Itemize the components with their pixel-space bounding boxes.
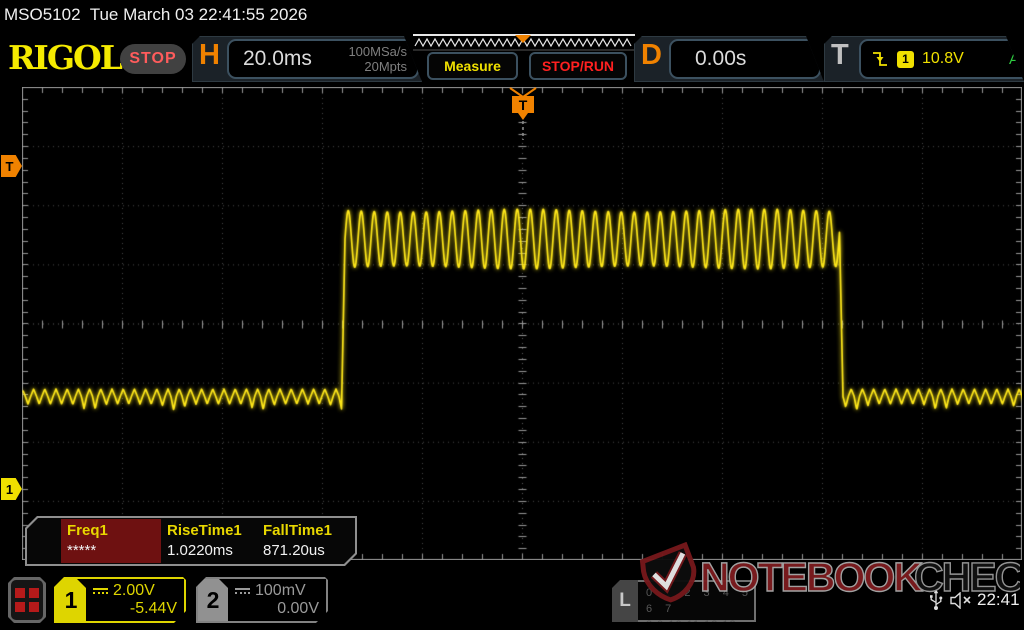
trigger-level-marker[interactable]: T [1, 155, 22, 177]
acquisition-info: 100MSa/s 20Mpts [348, 44, 417, 74]
measurement-item-falltime1[interactable]: FallTime1 871.20us [263, 522, 358, 559]
dc-coupling-icon [93, 588, 108, 594]
channel1-scale: 2.00V [113, 582, 155, 600]
channel1-widget[interactable]: 1 2.00V -5.44V [54, 577, 186, 623]
run-state-indicator: STOP [120, 44, 186, 74]
timebase-value: 20.0ms [243, 47, 312, 71]
measure-button[interactable]: Measure [427, 52, 518, 80]
datetime-value: Tue March 03 22:41:55 2026 [90, 5, 308, 24]
channel2-tab[interactable]: 2 [198, 579, 228, 621]
channel1-tab[interactable]: 1 [56, 579, 86, 621]
measurement-panel[interactable]: Freq1 ***** RiseTime1 1.0220ms FallTime1… [25, 516, 357, 566]
stop-run-button[interactable]: STOP/RUN [529, 52, 627, 80]
channel2-widget[interactable]: 2 100mV 0.00V [196, 577, 328, 623]
datetime-text [81, 5, 90, 24]
grid-icon [11, 580, 43, 620]
channel2-values: 100mV 0.00V [228, 579, 326, 621]
clock: 22:41 [977, 590, 1020, 610]
measurement-name: FallTime1 [263, 522, 358, 539]
usb-icon [928, 589, 944, 611]
memory-depth: 20Mpts [364, 59, 407, 74]
measurement-value: ***** [67, 542, 162, 559]
trigger-settings-button[interactable]: T 1 10.8V A [824, 36, 1024, 82]
memory-trigger-position-icon[interactable] [515, 35, 531, 43]
channel2-offset: 0.00V [235, 600, 319, 618]
horizontal-settings-button[interactable]: H 20.0ms 100MSa/s 20Mpts [192, 36, 422, 82]
trigger-position-marker[interactable]: T [508, 87, 538, 141]
trigger-position-arrow [518, 113, 528, 120]
measurement-name: Freq1 [67, 522, 162, 539]
channel1-values: 2.00V -5.44V [86, 579, 184, 621]
ch1-offset-marker[interactable]: 1 [1, 478, 22, 500]
delay-settings-button[interactable]: D 0.00s [634, 36, 824, 82]
titlebar: MSO5102 Tue March 03 22:41:55 2026 [4, 5, 307, 25]
delay-box[interactable]: 0.00s [669, 39, 821, 79]
oscilloscope-screen: MSO5102 Tue March 03 22:41:55 2026 RIGOL… [0, 0, 1024, 630]
trigger-position-notch [510, 88, 536, 97]
model-name: MSO5102 [4, 5, 81, 24]
rigol-logo: RIGOL [8, 38, 121, 77]
trigger-label: T [831, 39, 849, 72]
speaker-muted-icon[interactable] [950, 592, 974, 609]
delay-value: 0.00s [695, 47, 746, 71]
logic-channels-0-7: 0 1 2 3 4 5 6 7 [646, 585, 754, 617]
trigger-level-value: 10.8V [922, 50, 964, 68]
measurement-item-risetime1[interactable]: RiseTime1 1.0220ms [167, 522, 262, 559]
logic-channels-8-15: 8 9 10 11 12 13 14 15 [646, 617, 754, 630]
measurement-item-freq1[interactable]: Freq1 ***** [67, 522, 162, 559]
sample-rate: 100MSa/s [348, 44, 407, 59]
measurement-value: 1.0220ms [167, 542, 262, 559]
quick-menu-button[interactable] [8, 577, 46, 623]
dc-coupling-icon [235, 588, 250, 594]
timebase-box[interactable]: 20.0ms 100MSa/s 20Mpts [227, 39, 419, 79]
horizontal-label: H [199, 39, 220, 72]
measurement-panel-body: Freq1 ***** RiseTime1 1.0220ms FallTime1… [27, 518, 355, 564]
measurement-name: RiseTime1 [167, 522, 262, 539]
trigger-position-label: T [519, 97, 528, 113]
memory-bar-bottom-line [413, 50, 635, 51]
logic-channels-widget[interactable]: L 0 1 2 3 4 5 6 7 8 9 10 11 12 13 14 15 [612, 580, 756, 622]
memory-position-bar[interactable] [413, 34, 635, 51]
channel1-offset: -5.44V [93, 600, 177, 618]
logic-tab[interactable]: L [612, 580, 638, 622]
waveform-display [22, 87, 1022, 560]
logic-channel-list: 0 1 2 3 4 5 6 7 8 9 10 11 12 13 14 15 [638, 580, 756, 622]
trigger-box[interactable]: 1 10.8V A [859, 39, 1024, 79]
channel2-scale: 100mV [255, 582, 306, 600]
trigger-source-badge: 1 [897, 51, 914, 68]
trigger-mode-indicator: A [1009, 51, 1024, 68]
falling-edge-icon [871, 49, 889, 69]
delay-label: D [641, 39, 662, 72]
measurement-value: 871.20us [263, 542, 358, 559]
